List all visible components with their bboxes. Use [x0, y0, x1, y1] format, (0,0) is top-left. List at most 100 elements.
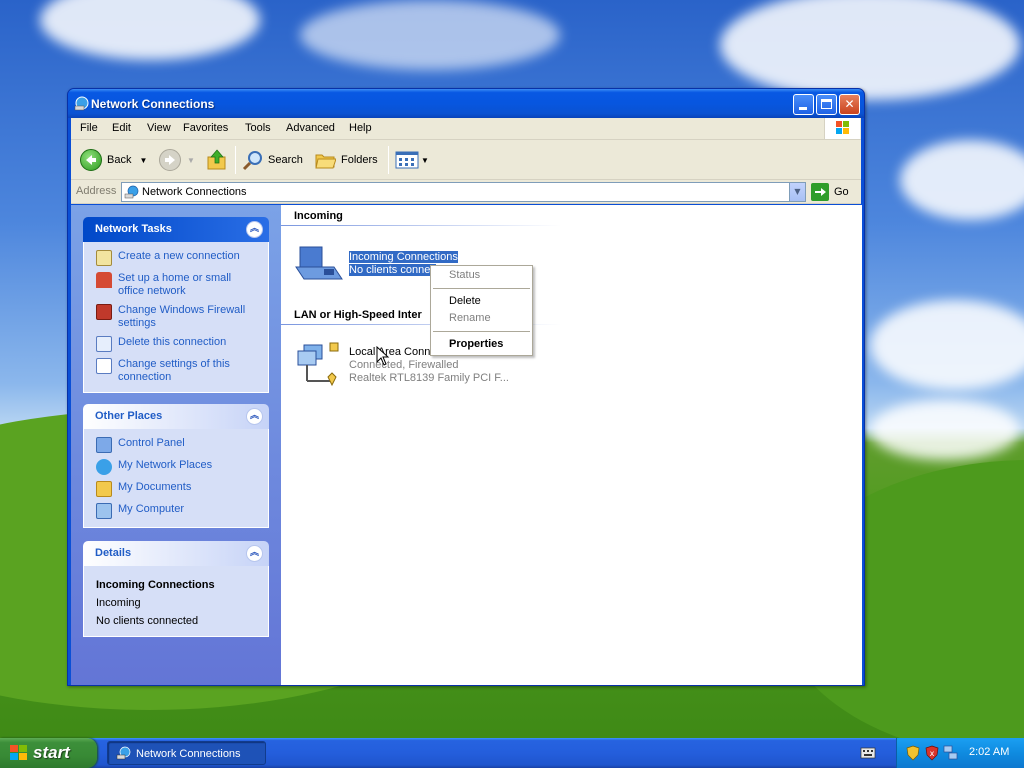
address-value: Network Connections: [142, 186, 247, 198]
network-connections-icon: [124, 185, 139, 199]
properties-icon: [96, 358, 112, 374]
task-firewall-settings[interactable]: Change Windows Firewall settings: [96, 304, 260, 330]
other-places-body: Control Panel My Network Places My Docum…: [83, 429, 269, 528]
views-icon: [395, 151, 419, 169]
lan-connection-icon: [297, 342, 339, 387]
network-places-icon: [96, 459, 112, 475]
task-create-connection[interactable]: Create a new connection: [96, 250, 260, 266]
place-my-documents[interactable]: My Documents: [96, 481, 260, 497]
menu-help[interactable]: Help: [349, 122, 372, 134]
taskbar: start Network Connections x 2:02 AM: [0, 738, 1024, 768]
task-change-settings[interactable]: Change settings of this connection: [96, 358, 260, 384]
menu-edit[interactable]: Edit: [112, 122, 131, 134]
clock[interactable]: 2:02 AM: [969, 746, 1009, 758]
address-label: Address: [76, 185, 117, 197]
place-control-panel[interactable]: Control Panel: [96, 437, 260, 453]
forward-button[interactable]: ▼: [159, 148, 195, 172]
details-body: Incoming Connections Incoming No clients…: [83, 566, 269, 637]
menu-tools[interactable]: Tools: [245, 122, 271, 134]
start-button[interactable]: start: [0, 738, 97, 768]
start-label: start: [33, 743, 70, 762]
task-label: Change settings of this connection: [118, 358, 230, 383]
place-my-network-places[interactable]: My Network Places: [96, 459, 260, 475]
minimize-icon: [799, 107, 807, 110]
task-label: Delete this connection: [118, 336, 227, 348]
menu-file[interactable]: File: [80, 122, 98, 134]
menu-view[interactable]: View: [147, 122, 171, 134]
go-arrow-icon: [811, 183, 829, 201]
other-places-title: Other Places: [95, 410, 163, 422]
menu-favorites[interactable]: Favorites: [183, 122, 228, 134]
task-home-network[interactable]: Set up a home or small office network: [96, 272, 260, 298]
task-label: Change Windows Firewall settings: [118, 304, 246, 329]
collapse-icon[interactable]: ︽: [246, 221, 263, 238]
close-icon: ✕: [844, 97, 855, 111]
details-header[interactable]: Details ︽: [83, 541, 269, 566]
ctx-status[interactable]: Status: [449, 269, 480, 281]
place-label: Control Panel: [118, 437, 185, 449]
address-dropdown-button[interactable]: ▼: [789, 183, 805, 201]
place-my-computer[interactable]: My Computer: [96, 503, 260, 519]
network-connections-icon: [74, 96, 89, 111]
lan-connection-device: Realtek RTL8139 Family PCI F...: [349, 372, 509, 384]
back-button[interactable]: Back ▼: [80, 148, 147, 172]
ctx-separator: [433, 331, 530, 332]
back-label: Back: [107, 154, 132, 166]
search-label: Search: [268, 154, 303, 166]
windows-flag-icon: [10, 745, 27, 760]
window-title: Network Connections: [91, 97, 215, 111]
address-bar: Address Network Connections ▼ Go: [71, 180, 861, 204]
group-incoming-title: Incoming: [294, 210, 343, 222]
close-button[interactable]: ✕: [839, 94, 860, 115]
network-tasks-title: Network Tasks: [95, 223, 172, 235]
collapse-icon[interactable]: ︽: [246, 545, 263, 562]
details-type: Incoming: [96, 597, 141, 609]
ctx-delete[interactable]: Delete: [449, 295, 481, 307]
network-status-icon[interactable]: [943, 745, 959, 761]
incoming-connections-name: Incoming Connections: [349, 251, 458, 263]
folders-button[interactable]: Folders: [314, 148, 378, 172]
details-status: No clients connected: [96, 615, 199, 627]
system-tray: x 2:02 AM: [896, 738, 1024, 768]
task-pane: Network Tasks ︽ Create a new connection …: [71, 205, 281, 685]
firewall-icon: [96, 304, 112, 320]
views-button[interactable]: ▼: [395, 148, 429, 172]
maximize-button[interactable]: [816, 94, 837, 115]
menu-advanced[interactable]: Advanced: [286, 122, 335, 134]
documents-folder-icon: [96, 481, 112, 497]
folders-icon: [315, 154, 336, 169]
back-dropdown-icon[interactable]: ▼: [139, 156, 147, 165]
home-network-icon: [96, 272, 112, 288]
minimize-button[interactable]: [793, 94, 814, 115]
security-alert-icon[interactable]: x: [925, 745, 939, 761]
group-divider: [281, 225, 561, 226]
other-places-header[interactable]: Other Places ︽: [83, 404, 269, 429]
search-button[interactable]: Search: [242, 148, 303, 172]
security-shield-icon[interactable]: [906, 745, 920, 761]
network-tasks-body: Create a new connection Set up a home or…: [83, 242, 269, 393]
ctx-properties[interactable]: Properties: [449, 338, 503, 350]
network-connections-window: Network Connections ✕ File Edit View Fav…: [67, 88, 865, 686]
windows-logo-icon: [824, 118, 860, 139]
address-input[interactable]: Network Connections ▼: [121, 182, 806, 202]
keyboard-icon[interactable]: [860, 746, 876, 760]
views-dropdown-icon: ▼: [421, 155, 429, 165]
taskbar-network-connections[interactable]: Network Connections: [107, 741, 266, 765]
taskbar-task-label: Network Connections: [136, 748, 241, 760]
task-delete-connection[interactable]: Delete this connection: [96, 336, 260, 352]
ctx-rename[interactable]: Rename: [449, 312, 491, 324]
forward-dropdown-icon: ▼: [187, 155, 195, 165]
context-menu: Status Delete Rename Properties: [430, 265, 533, 356]
ctx-separator: [433, 288, 530, 289]
place-label: My Network Places: [118, 459, 213, 471]
go-button[interactable]: Go: [811, 183, 849, 201]
up-folder-button[interactable]: [205, 148, 229, 172]
network-tasks-header[interactable]: Network Tasks ︽: [83, 217, 269, 242]
task-label: Create a new connection: [118, 250, 240, 262]
lan-connection-name: Local Area Conne: [349, 346, 437, 358]
title-bar[interactable]: Network Connections ✕: [68, 89, 864, 118]
collapse-icon[interactable]: ︽: [246, 408, 263, 425]
mouse-cursor-icon: [376, 346, 390, 366]
place-label: My Documents: [118, 481, 192, 493]
other-places-panel: Other Places ︽ Control Panel My Network …: [83, 404, 269, 528]
